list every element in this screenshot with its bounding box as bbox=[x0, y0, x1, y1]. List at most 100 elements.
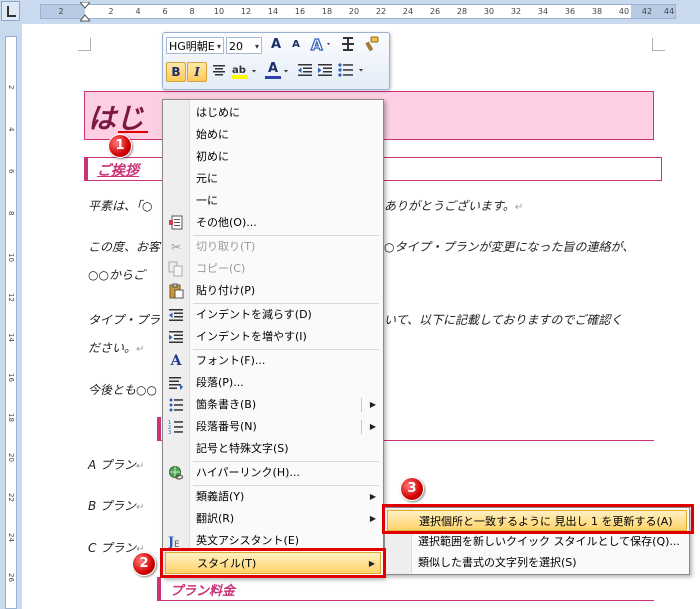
paragraph-line-1-end[interactable]: ありがとうございます。↵ bbox=[384, 197, 523, 214]
menu-item-label: フォント(F)... bbox=[196, 354, 266, 367]
submenu-arrow-icon: ▶ bbox=[369, 514, 376, 523]
ruler-tick: 2 bbox=[108, 7, 114, 16]
font-color-glyph: A bbox=[268, 61, 279, 76]
ruler-tick: 20 bbox=[7, 453, 15, 462]
hyperlink-globe-icon bbox=[168, 465, 184, 481]
plan-a-line[interactable]: A プラン↵ bbox=[88, 456, 144, 473]
paragraph-line-2b[interactable]: ○○からご bbox=[88, 266, 145, 283]
callout-badge-3: 3 bbox=[400, 477, 424, 501]
paragraph-line-4[interactable]: 今後とも○○ bbox=[88, 381, 157, 398]
submenu-item-save-quick-style[interactable]: 選択範囲を新しいクイック スタイルとして保存(Q)... bbox=[385, 531, 689, 552]
increase-indent-icon bbox=[168, 329, 184, 345]
phonetic-guide-icon bbox=[342, 37, 354, 51]
menu-item-label: ハイパーリンク(H)... bbox=[196, 466, 300, 479]
italic-button[interactable]: I bbox=[187, 62, 207, 82]
ruler-scale[interactable]: 2 2 4 6 8 10 12 14 16 18 20 22 24 26 28 … bbox=[40, 4, 676, 19]
ruler-tick: 22 bbox=[375, 7, 387, 16]
menu-item-increase-indent[interactable]: インデントを増やす(I) bbox=[163, 326, 383, 348]
ruler-tick: 20 bbox=[348, 7, 360, 16]
paragraph-line-3b[interactable]: ださい。↵ bbox=[88, 339, 144, 356]
font-icon: A bbox=[170, 353, 182, 369]
menu-item-translate[interactable]: 翻訳(R) ▶ bbox=[163, 508, 383, 530]
paragraph-text: ださい。 bbox=[88, 341, 137, 355]
paragraph-line-2[interactable]: この度、お客 bbox=[88, 238, 160, 255]
ruler-tick: 6 bbox=[162, 7, 168, 16]
ruler-tick: 26 bbox=[429, 7, 441, 16]
decrease-indent-icon bbox=[298, 64, 312, 76]
svg-text:A: A bbox=[311, 36, 323, 53]
menu-item-label: 切り取り(T) bbox=[196, 240, 256, 253]
menu-item-label: 始めに bbox=[196, 128, 229, 141]
text-effects-icon: A bbox=[310, 35, 330, 55]
menu-item-copy[interactable]: コピー(C) bbox=[163, 258, 383, 280]
menu-item-more[interactable]: その他(O)... bbox=[163, 212, 383, 234]
paragraph-line-1[interactable]: 平素は、「○ bbox=[88, 197, 152, 214]
paragraph-line-3[interactable]: タイプ・プラ bbox=[88, 311, 160, 328]
ruler-tick: 4 bbox=[7, 127, 15, 132]
bold-button[interactable]: B bbox=[166, 62, 186, 82]
plan-b-line[interactable]: B プラン↵ bbox=[88, 497, 144, 514]
menu-item-paste[interactable]: 貼り付け(P) bbox=[163, 280, 383, 302]
ruler-tick: 40 bbox=[618, 7, 630, 16]
grow-font-button[interactable]: A bbox=[266, 35, 286, 55]
paste-clipboard-icon bbox=[168, 283, 184, 299]
font-size-select[interactable]: 20 ▾ bbox=[226, 37, 262, 54]
menu-item-decrease-indent[interactable]: インデントを減らす(D) bbox=[163, 304, 383, 326]
menu-item-ichini[interactable]: 一に bbox=[163, 190, 383, 212]
highlight-icon: ab bbox=[232, 65, 256, 79]
submenu-item-label: 類似した書式の文字列を選択(S) bbox=[418, 556, 577, 569]
vertical-ruler[interactable]: 2 4 6 8 10 12 14 16 18 20 22 24 26 bbox=[0, 24, 23, 609]
menu-item-bullets[interactable]: 箇条書き(B) ▶ bbox=[163, 394, 383, 416]
menu-item-hyperlink[interactable]: ハイパーリンク(H)... bbox=[163, 462, 383, 484]
menu-item-cut[interactable]: ✂ 切り取り(T) bbox=[163, 236, 383, 258]
tab-selector-button[interactable] bbox=[1, 1, 20, 21]
menu-item-label: その他(O)... bbox=[196, 216, 257, 229]
menu-item-symbols[interactable]: 記号と特殊文字(S) bbox=[163, 438, 383, 460]
horizontal-ruler[interactable]: 2 2 4 6 8 10 12 14 16 18 20 22 24 26 28 … bbox=[0, 0, 700, 25]
ruler-tick: 28 bbox=[456, 7, 468, 16]
ruler-tick: 14 bbox=[7, 333, 15, 342]
menu-item-paragraph[interactable]: 段落(P)... bbox=[163, 372, 383, 394]
chevron-down-icon: ▾ bbox=[254, 42, 259, 51]
menu-item-motoni[interactable]: 元に bbox=[163, 168, 383, 190]
paragraph-mark: ↵ bbox=[136, 344, 145, 355]
menu-item-font[interactable]: A フォント(F)... bbox=[163, 350, 383, 372]
center-align-button[interactable] bbox=[209, 62, 229, 82]
ruler-tick: 8 bbox=[7, 211, 15, 216]
text-effects-button[interactable]: A bbox=[308, 35, 334, 55]
paragraph-mark: ↵ bbox=[136, 461, 145, 472]
paragraph-line-2-end[interactable]: ○タイプ・プランが変更になった旨の連絡が、 bbox=[384, 238, 634, 255]
menu-item-label: 一に bbox=[196, 194, 218, 207]
menu-item-hajimeni-hiragana[interactable]: はじめに bbox=[163, 102, 383, 124]
ruler-tick: 8 bbox=[189, 7, 195, 16]
menu-item-label: 箇条書き(B) bbox=[196, 398, 257, 411]
paragraph-mark: ↵ bbox=[514, 202, 524, 213]
ruler-tick: 18 bbox=[7, 413, 15, 422]
font-color-button[interactable]: A bbox=[263, 61, 291, 82]
paragraph-line-3-end[interactable]: いて、以下に記載しておりますのでご確認く bbox=[384, 311, 622, 328]
ruler-tick: 32 bbox=[510, 7, 522, 16]
margin-corner-mark bbox=[78, 38, 91, 51]
ruler-tick: 42 bbox=[641, 7, 653, 16]
decrease-indent-button[interactable] bbox=[295, 62, 315, 82]
font-name-select[interactable]: HG明朝E ▾ bbox=[166, 37, 224, 54]
menu-item-hajimeni-kanji2[interactable]: 初めに bbox=[163, 146, 383, 168]
menu-item-hajimeni-kanji1[interactable]: 始めに bbox=[163, 124, 383, 146]
increase-indent-button[interactable] bbox=[315, 62, 335, 82]
menu-item-numbering[interactable]: 123 段落番号(N) ▶ bbox=[163, 416, 383, 438]
chevron-down-icon: ▾ bbox=[216, 42, 221, 51]
indent-marker-icon[interactable] bbox=[80, 2, 90, 22]
format-painter-button[interactable] bbox=[362, 35, 382, 55]
phonetic-guide-button[interactable] bbox=[338, 35, 358, 55]
ruler-tick: 38 bbox=[591, 7, 603, 16]
bullets-button[interactable] bbox=[337, 62, 367, 82]
submenu-item-select-similar[interactable]: 類似した書式の文字列を選択(S) bbox=[385, 552, 689, 573]
shrink-font-button[interactable]: A bbox=[286, 35, 306, 55]
ruler-tick: 6 bbox=[7, 169, 15, 174]
heading1-text[interactable]: ご挨拶 bbox=[97, 160, 139, 180]
highlight-button[interactable]: ab bbox=[231, 62, 259, 82]
menu-item-synonyms[interactable]: 類義語(Y) ▶ bbox=[163, 486, 383, 508]
callout-box-style bbox=[160, 548, 386, 578]
heading2-text[interactable]: プラン料金 bbox=[170, 580, 235, 599]
menu-item-label: はじめに bbox=[196, 106, 240, 119]
